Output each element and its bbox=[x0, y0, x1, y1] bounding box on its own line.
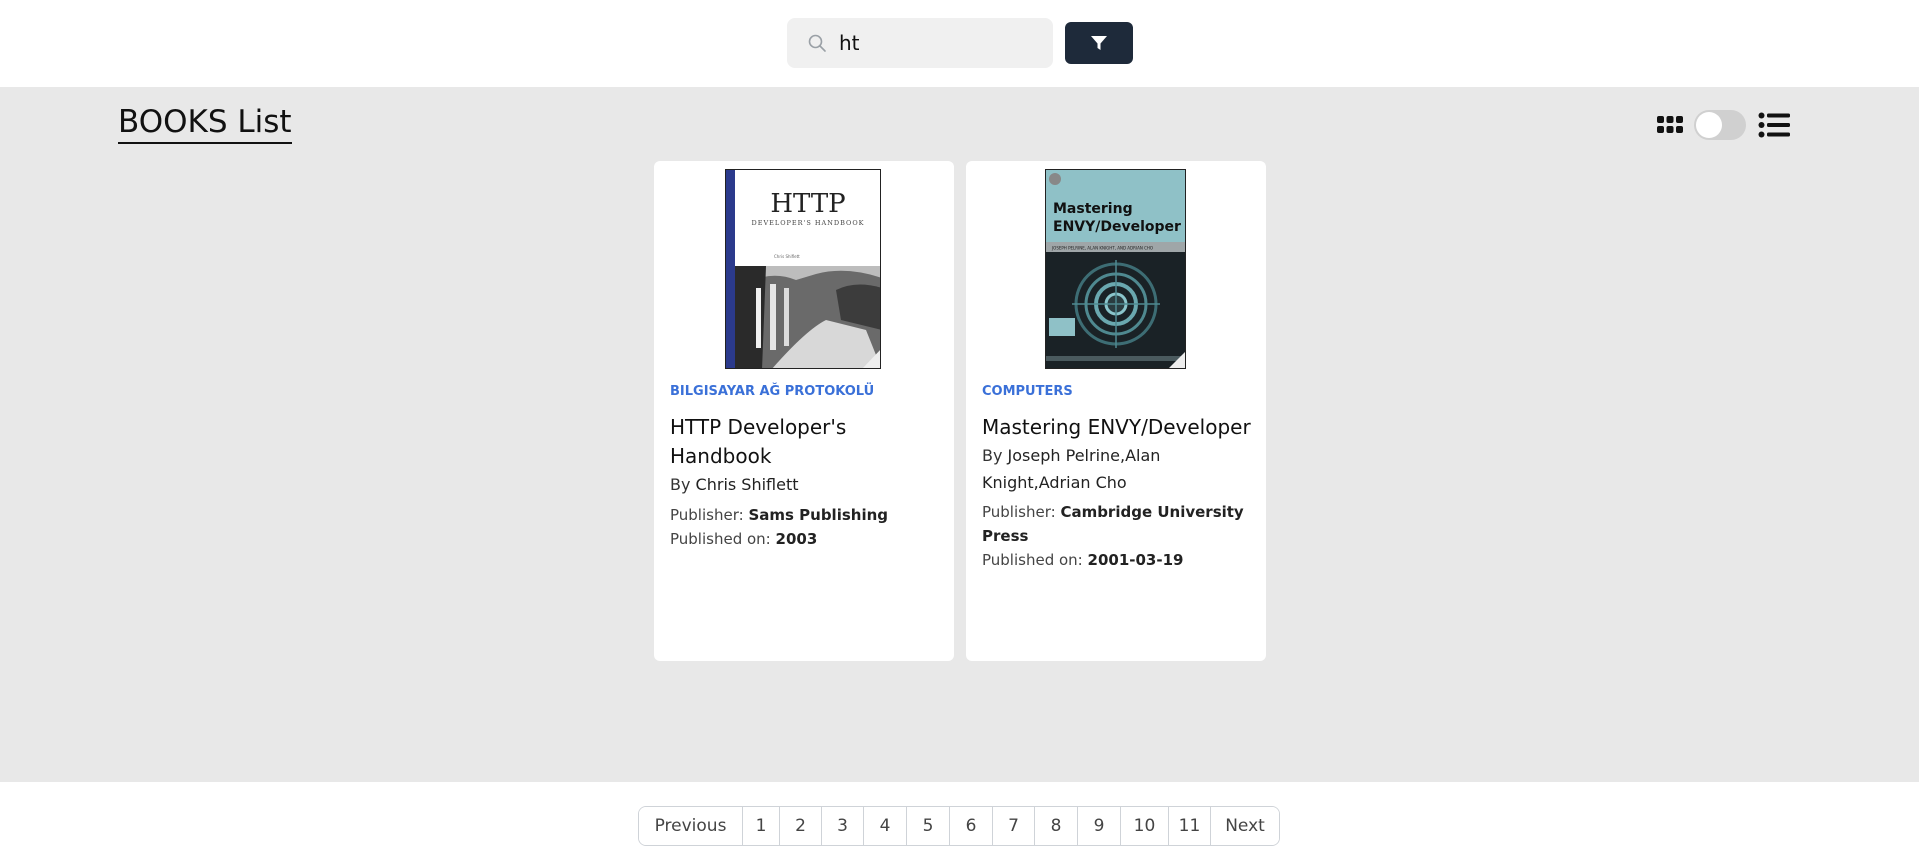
book-card[interactable]: Mastering ENVY/Developer JOSEPH PELRINE,… bbox=[966, 161, 1266, 661]
view-switch[interactable] bbox=[1694, 110, 1746, 140]
book-title[interactable]: HTTP Developer's Handbook bbox=[670, 413, 942, 471]
pagination-page[interactable]: 4 bbox=[864, 807, 907, 845]
pagination-page[interactable]: 2 bbox=[780, 807, 822, 845]
card-body: COMPUTERS Mastering ENVY/Developer By Jo… bbox=[982, 383, 1254, 572]
book-byline: By Chris Shiflett bbox=[670, 471, 942, 498]
pagination-page[interactable]: 8 bbox=[1035, 807, 1078, 845]
publisher-label: Publisher: bbox=[982, 503, 1056, 521]
book-publisher-row: Publisher: Sams Publishing bbox=[670, 503, 942, 527]
book-cover[interactable]: HTTP DEVELOPER'S HANDBOOK Chris Shiflett bbox=[725, 169, 881, 369]
published-label: Published on: bbox=[982, 551, 1083, 569]
pagination-page[interactable]: 5 bbox=[907, 807, 950, 845]
list-view-icon[interactable] bbox=[1758, 112, 1790, 138]
card-body: BILGISAYAR AĞ PROTOKOLÜ HTTP Developer's… bbox=[670, 383, 942, 551]
svg-text:Chris Shiflett: Chris Shiflett bbox=[774, 254, 800, 259]
pagination-page[interactable]: 1 bbox=[743, 807, 780, 845]
book-published-date: 2003 bbox=[775, 530, 818, 548]
book-category[interactable]: BILGISAYAR AĞ PROTOKOLÜ bbox=[670, 383, 942, 401]
book-published-row: Published on: 2001-03-19 bbox=[982, 548, 1254, 572]
book-category[interactable]: COMPUTERS bbox=[982, 383, 1254, 401]
switch-knob bbox=[1696, 112, 1722, 138]
book-author: Joseph Pelrine,Alan Knight,Adrian Cho bbox=[982, 446, 1161, 492]
filter-icon bbox=[1091, 36, 1107, 50]
grid-view-icon[interactable] bbox=[1656, 114, 1684, 136]
filter-button[interactable] bbox=[1065, 22, 1133, 64]
book-cover[interactable]: Mastering ENVY/Developer JOSEPH PELRINE,… bbox=[1045, 169, 1186, 369]
publisher-label: Publisher: bbox=[670, 506, 744, 524]
top-bar bbox=[0, 0, 1919, 87]
svg-text:Mastering: Mastering bbox=[1053, 201, 1133, 217]
pagination-page[interactable]: 6 bbox=[950, 807, 993, 845]
book-author: Chris Shiflett bbox=[695, 475, 799, 494]
svg-text:ENVY/Developer: ENVY/Developer bbox=[1053, 219, 1181, 235]
book-published-date: 2001-03-19 bbox=[1087, 551, 1184, 569]
search-box[interactable] bbox=[787, 18, 1053, 68]
pagination-page[interactable]: 3 bbox=[822, 807, 864, 845]
pagination-page[interactable]: 7 bbox=[993, 807, 1035, 845]
svg-text:DEVELOPER'S HANDBOOK: DEVELOPER'S HANDBOOK bbox=[751, 219, 864, 227]
pagination-page[interactable]: 9 bbox=[1078, 807, 1121, 845]
pagination-page[interactable]: 10 bbox=[1121, 807, 1169, 845]
book-card[interactable]: HTTP DEVELOPER'S HANDBOOK Chris Shiflett… bbox=[654, 161, 954, 661]
main-content: BOOKS List HTTP DEVELOPER'S HANDBOOK Chr… bbox=[0, 87, 1919, 782]
book-publisher: Sams Publishing bbox=[748, 506, 889, 524]
view-toggle bbox=[1656, 107, 1790, 143]
pagination: Previous 1 2 3 4 5 6 7 8 9 10 11 Next bbox=[638, 806, 1280, 846]
book-title[interactable]: Mastering ENVY/Developer bbox=[982, 413, 1254, 442]
svg-text:HTTP: HTTP bbox=[770, 189, 845, 219]
book-cover-image: HTTP DEVELOPER'S HANDBOOK Chris Shiflett bbox=[726, 170, 880, 368]
published-label: Published on: bbox=[670, 530, 771, 548]
book-cover-image: Mastering ENVY/Developer JOSEPH PELRINE,… bbox=[1046, 170, 1185, 368]
pagination-page[interactable]: 11 bbox=[1169, 807, 1211, 845]
by-label: By bbox=[670, 475, 691, 494]
pagination-next[interactable]: Next bbox=[1211, 807, 1279, 845]
pagination-previous[interactable]: Previous bbox=[639, 807, 743, 845]
svg-text:JOSEPH PELRINE, ALAN KNIGHT, A: JOSEPH PELRINE, ALAN KNIGHT, AND ADRIAN … bbox=[1051, 246, 1153, 251]
page-title: BOOKS List bbox=[118, 104, 292, 144]
book-byline: By Joseph Pelrine,Alan Knight,Adrian Cho bbox=[982, 442, 1254, 496]
by-label: By bbox=[982, 446, 1003, 465]
book-publisher-row: Publisher: Cambridge University Press bbox=[982, 500, 1254, 548]
search-icon bbox=[808, 34, 826, 52]
search-input[interactable] bbox=[839, 27, 1039, 59]
footer: Previous 1 2 3 4 5 6 7 8 9 10 11 Next bbox=[0, 782, 1919, 865]
book-published-row: Published on: 2003 bbox=[670, 527, 942, 551]
